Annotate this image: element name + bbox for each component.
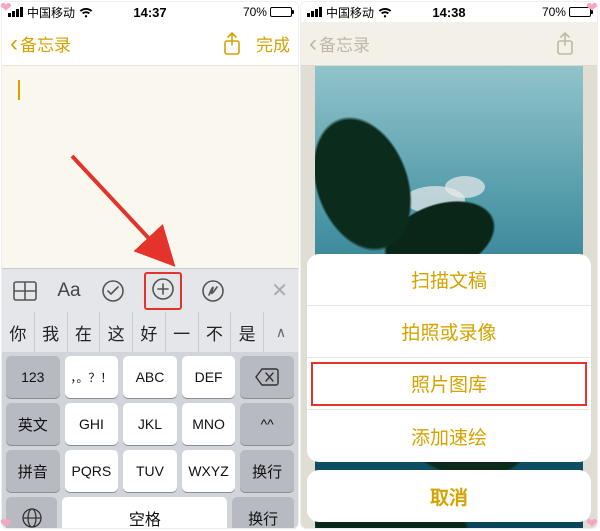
suggestion-item[interactable]: 不	[199, 312, 232, 352]
key-pinyin[interactable]: 拼音	[6, 450, 60, 492]
key-english[interactable]: 英文	[6, 403, 60, 445]
suggestion-item[interactable]: 好	[133, 312, 166, 352]
suggestion-item[interactable]: 是	[231, 312, 264, 352]
decoration-corner-icon: ❤	[586, 0, 600, 14]
decoration-corner-icon: ❤	[0, 516, 14, 530]
status-bar: 中国移动 14:37 70%	[2, 2, 298, 22]
key-punct[interactable]: ，。？！	[65, 356, 119, 398]
nav-bar: ‹ 备忘录 完成	[2, 22, 298, 66]
draw-icon	[201, 279, 225, 303]
suggestion-item[interactable]: 你	[2, 312, 35, 352]
action-photo-library[interactable]: 照片图库	[307, 358, 591, 410]
expand-suggestions-button[interactable]: ∧	[264, 312, 298, 352]
action-sheet-options: 扫描文稿 拍照或录像 照片图库 添加速绘	[307, 254, 591, 462]
suggestion-item[interactable]: 一	[166, 312, 199, 352]
note-editor[interactable]	[2, 66, 298, 268]
done-button[interactable]: 完成	[256, 31, 290, 56]
phone-right: 中国移动 14:38 70% ‹ 备忘录	[300, 1, 598, 529]
chevron-left-icon: ‹	[10, 32, 18, 56]
suggestion-item[interactable]: 在	[68, 312, 101, 352]
key-delete[interactable]	[240, 356, 294, 398]
back-label: 备忘录	[20, 31, 71, 56]
keyboard: 123 ，。？！ ABC DEF 英文 GHI JKL MNO ^^ 拼音 PQ…	[2, 352, 298, 529]
suggestion-bar: 你 我 在 这 好 一 不 是 ∧	[2, 312, 298, 352]
share-button[interactable]	[222, 32, 242, 56]
back-button: ‹ 备忘录	[309, 31, 370, 56]
action-cancel[interactable]: 取消	[307, 470, 591, 522]
delete-icon	[255, 368, 279, 386]
key-tuv[interactable]: TUV	[123, 450, 177, 492]
key-return[interactable]: 换行	[232, 497, 294, 529]
key-space[interactable]: 空格	[62, 497, 227, 529]
key-pqrs[interactable]: PQRS	[65, 450, 119, 492]
action-add-sketch[interactable]: 添加速绘	[307, 410, 591, 462]
share-icon	[555, 32, 575, 56]
dismiss-toolbar-button[interactable]: ✕	[271, 278, 288, 303]
checklist-button[interactable]	[100, 278, 126, 304]
key-ghi[interactable]: GHI	[65, 403, 119, 445]
phone-left: 中国移动 14:37 70% ‹ 备忘录 完成	[1, 1, 299, 529]
checklist-icon	[101, 279, 125, 303]
plus-circle-icon	[151, 277, 175, 301]
globe-icon	[21, 507, 43, 529]
key-abc[interactable]: ABC	[123, 356, 177, 398]
key-numbers[interactable]: 123	[6, 356, 60, 398]
back-button[interactable]: ‹ 备忘录	[10, 31, 71, 56]
decoration-corner-icon: ❤	[586, 516, 600, 530]
table-icon	[13, 281, 37, 301]
action-sheet: 扫描文稿 拍照或录像 照片图库 添加速绘 取消	[307, 254, 591, 522]
action-scan-documents[interactable]: 扫描文稿	[307, 254, 591, 306]
share-button	[555, 32, 575, 56]
suggestion-item[interactable]: 我	[35, 312, 68, 352]
draw-button[interactable]	[200, 278, 226, 304]
key-wxyz[interactable]: WXYZ	[182, 450, 236, 492]
add-attachment-button[interactable]	[150, 276, 176, 302]
table-button[interactable]	[12, 278, 38, 304]
text-cursor	[18, 80, 20, 100]
text-style-button[interactable]: Aa	[56, 278, 82, 304]
key-mno[interactable]: MNO	[182, 403, 236, 445]
action-take-photo[interactable]: 拍照或录像	[307, 306, 591, 358]
key-shift[interactable]: ^^	[240, 403, 294, 445]
add-attachment-highlight	[144, 272, 182, 310]
format-toolbar: Aa ✕	[2, 268, 298, 312]
clock: 14:38	[301, 5, 597, 20]
key-def[interactable]: DEF	[182, 356, 236, 398]
chevron-left-icon: ‹	[309, 32, 317, 56]
back-label: 备忘录	[319, 31, 370, 56]
status-bar: 中国移动 14:38 70%	[301, 2, 597, 22]
key-enter[interactable]: 换行	[240, 450, 294, 492]
nav-bar: ‹ 备忘录	[301, 22, 597, 66]
annotation-arrow	[62, 146, 192, 276]
share-icon	[222, 32, 242, 56]
clock: 14:37	[2, 5, 298, 20]
decoration-corner-icon: ❤	[0, 0, 14, 14]
suggestion-item[interactable]: 这	[100, 312, 133, 352]
key-jkl[interactable]: JKL	[123, 403, 177, 445]
